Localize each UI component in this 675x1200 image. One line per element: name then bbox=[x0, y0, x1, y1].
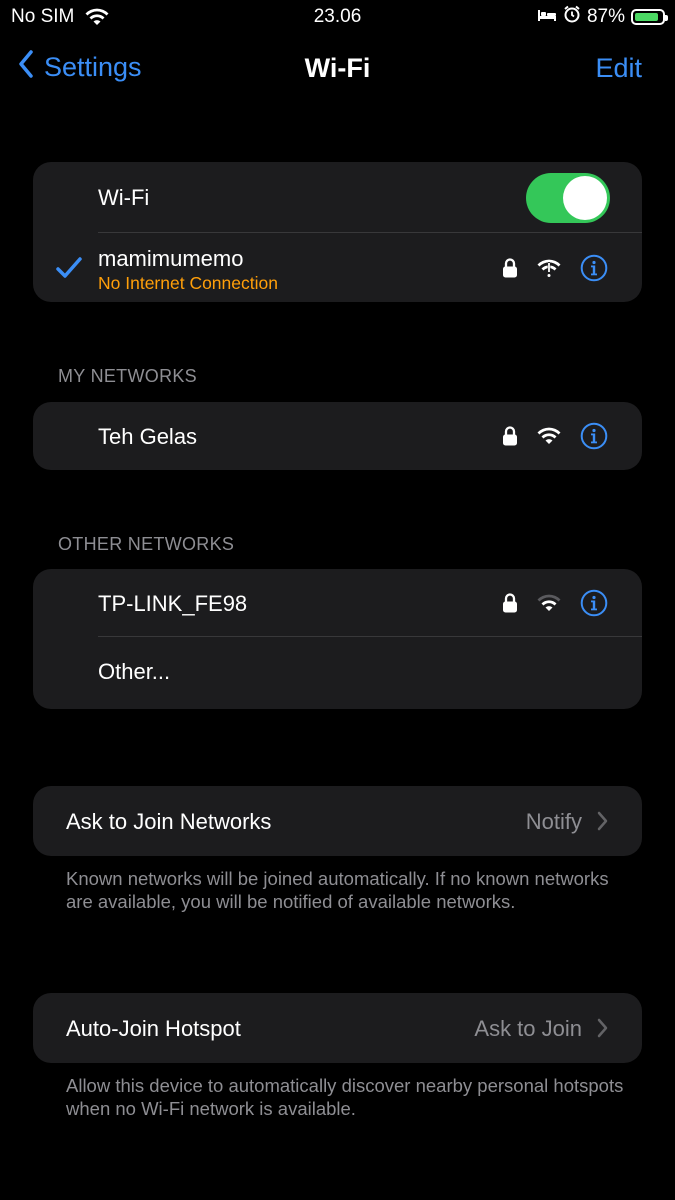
network-icons bbox=[502, 422, 608, 455]
other-network-row[interactable]: Other... bbox=[33, 637, 642, 709]
battery-percent: 87% bbox=[586, 6, 625, 27]
connected-network-name: mamimumemo bbox=[98, 246, 244, 271]
chevron-right-icon bbox=[597, 811, 609, 836]
network-row[interactable]: Teh Gelas bbox=[33, 402, 642, 470]
wifi-toggle[interactable] bbox=[526, 173, 610, 223]
network-icons bbox=[502, 589, 608, 622]
auto-join-hotspot-group: Auto-Join Hotspot Ask to Join bbox=[33, 993, 642, 1063]
page-title: Wi-Fi bbox=[304, 53, 371, 83]
network-name: Teh Gelas bbox=[98, 424, 198, 449]
wifi-toggle-row: Wi-Fi bbox=[33, 162, 642, 233]
lock-icon bbox=[502, 425, 518, 452]
ask-to-join-value: Notify bbox=[525, 809, 582, 834]
info-icon[interactable] bbox=[580, 254, 608, 287]
chevron-right-icon bbox=[597, 1018, 609, 1043]
auto-join-hotspot-footer: Allow this device to automatically disco… bbox=[66, 1075, 624, 1119]
auto-join-hotspot-row[interactable]: Auto-Join Hotspot Ask to Join bbox=[33, 993, 642, 1063]
alarm-icon bbox=[563, 5, 581, 29]
other-networks-group: TP-LINK_FE98 Other... bbox=[33, 569, 642, 709]
wifi-strength-icon bbox=[536, 593, 562, 618]
connected-network-row[interactable]: mamimumemo No Internet Connection bbox=[33, 233, 642, 302]
ask-to-join-row[interactable]: Ask to Join Networks Notify bbox=[33, 786, 642, 856]
info-icon[interactable] bbox=[580, 422, 608, 455]
lock-icon bbox=[502, 592, 518, 619]
other-networks-header: OTHER NETWORKS bbox=[58, 534, 235, 554]
other-network-label: Other... bbox=[98, 659, 171, 684]
status-indicators: 87% bbox=[537, 5, 668, 29]
ask-to-join-footer: Known networks will be joined automatica… bbox=[66, 868, 609, 912]
network-name: TP-LINK_FE98 bbox=[98, 591, 248, 616]
wifi-strength-icon bbox=[536, 426, 562, 451]
wifi-no-internet-icon bbox=[536, 258, 562, 283]
battery-fill bbox=[635, 13, 658, 21]
auto-join-hotspot-value: Ask to Join bbox=[474, 1016, 582, 1041]
edit-button[interactable]: Edit bbox=[595, 53, 642, 84]
my-networks-header: MY NETWORKS bbox=[58, 366, 197, 386]
network-icons bbox=[502, 254, 608, 287]
checkmark-icon bbox=[55, 256, 83, 285]
info-icon[interactable] bbox=[580, 589, 608, 622]
wifi-toggle-label: Wi-Fi bbox=[98, 185, 150, 210]
my-networks-group: Teh Gelas bbox=[33, 402, 642, 470]
toggle-knob bbox=[563, 176, 607, 220]
wifi-group: Wi-Fi mamimumemo No Internet Connection bbox=[33, 162, 642, 302]
status-bar: No SIM 23.06 87% bbox=[0, 0, 675, 36]
auto-join-hotspot-label: Auto-Join Hotspot bbox=[66, 1016, 241, 1041]
battery-cap bbox=[665, 15, 668, 21]
connection-status: No Internet Connection bbox=[98, 273, 278, 293]
bed-icon bbox=[537, 6, 557, 28]
network-row[interactable]: TP-LINK_FE98 bbox=[33, 569, 642, 637]
lock-icon bbox=[502, 257, 518, 284]
ask-to-join-label: Ask to Join Networks bbox=[66, 809, 272, 834]
battery-icon bbox=[631, 9, 668, 25]
ask-to-join-group: Ask to Join Networks Notify bbox=[33, 786, 642, 856]
